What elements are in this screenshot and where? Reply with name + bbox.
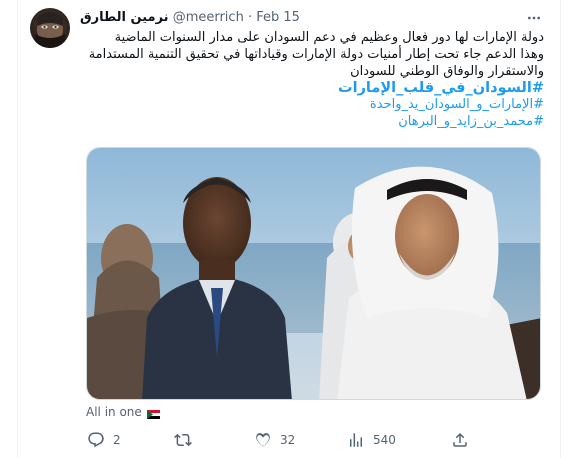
photo-image bbox=[87, 148, 540, 399]
like-icon bbox=[254, 431, 272, 449]
author-handle[interactable]: @meerrich bbox=[173, 10, 244, 25]
timeline-border-right bbox=[560, 0, 561, 458]
like-count: 32 bbox=[280, 433, 296, 447]
avatar[interactable] bbox=[30, 8, 70, 48]
like-button[interactable]: 32 bbox=[254, 426, 295, 454]
retweet-button[interactable] bbox=[174, 426, 200, 454]
tweet-text: دولة الإمارات لها دور فعال وعظيم في دعم … bbox=[80, 30, 544, 131]
tweet-date[interactable]: Feb 15 bbox=[256, 10, 300, 25]
sudan-flag-icon bbox=[146, 408, 160, 419]
more-icon[interactable] bbox=[524, 8, 544, 28]
views-button[interactable]: 540 bbox=[347, 426, 396, 454]
separator-dot: · bbox=[247, 10, 253, 25]
hashtag-link[interactable]: #السودان_في_قلب_الإمارات bbox=[80, 80, 544, 97]
tweet-text-line: وهذا الدعم جاء تحت إطار أمنيات دولة الإم… bbox=[88, 46, 544, 62]
hashtag-link[interactable]: #محمد_بن_زايد_و_البرهان bbox=[80, 114, 544, 131]
tweet-text-line: دولة الإمارات لها دور فعال وعظيم في دعم … bbox=[114, 30, 544, 45]
hashtag-link[interactable]: #الإمارات_و_السودان_يد_واحدة bbox=[80, 97, 544, 114]
tweet-photo[interactable] bbox=[86, 147, 541, 400]
reply-count: 2 bbox=[113, 433, 121, 447]
share-button[interactable] bbox=[451, 426, 469, 454]
tweet-header: نرمين الطارق @meerrich · Feb 15 bbox=[80, 8, 544, 28]
tweet-actions: 2 32 540 bbox=[80, 426, 500, 454]
tweet-text-line: والاستقرار والوفاق الوطني للسودان bbox=[350, 63, 544, 79]
tweet[interactable]: نرمين الطارق @meerrich · Feb 15 دولة الإ… bbox=[18, 0, 560, 458]
media-caption-text: All in one bbox=[86, 405, 142, 419]
share-icon bbox=[451, 431, 469, 449]
reply-button[interactable]: 2 bbox=[87, 426, 121, 454]
view-count: 540 bbox=[373, 433, 396, 447]
media-caption: All in one bbox=[86, 404, 160, 420]
avatar-image bbox=[35, 12, 65, 48]
retweet-icon bbox=[174, 431, 192, 449]
author-name[interactable]: نرمين الطارق bbox=[80, 10, 169, 25]
views-icon bbox=[347, 431, 365, 449]
reply-icon bbox=[87, 431, 105, 449]
